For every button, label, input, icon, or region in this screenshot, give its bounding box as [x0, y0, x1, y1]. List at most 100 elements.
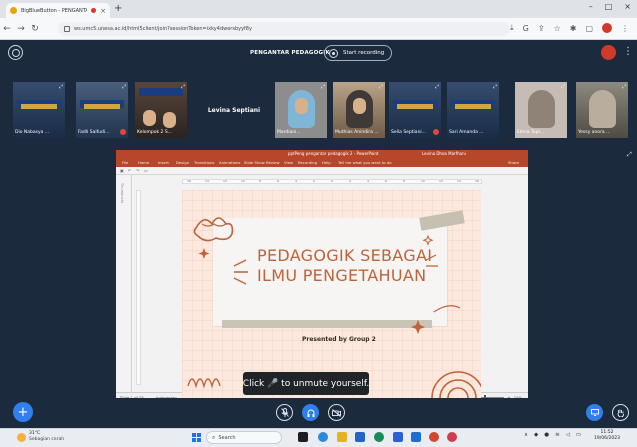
expand-icon[interactable]: ⤢ [181, 84, 185, 90]
participant-tile[interactable]: ⤢ Kelompok 2 S... [135, 82, 187, 138]
close-window-button[interactable]: × [624, 2, 631, 11]
weather-widget[interactable]: 31°C Sebagian cerah [17, 431, 64, 443]
minimize-button[interactable]: – [589, 2, 593, 11]
actions-plus-button[interactable]: + [13, 402, 33, 422]
participant-tile[interactable]: ⤢ Yessy anora ... [576, 82, 628, 138]
rainbow-arc [431, 371, 481, 398]
battery-icon[interactable]: ▭ [576, 432, 581, 438]
unmute-mic-button[interactable] [276, 404, 293, 421]
ppt-menu-animations[interactable]: Animations [219, 160, 240, 165]
tab-close-button[interactable]: × [100, 7, 106, 15]
ppt-thumbnail-pane[interactable]: Thumbnails [116, 175, 132, 392]
app-icon[interactable] [429, 432, 439, 442]
ruler-tick-label: 14 [205, 179, 209, 183]
ppt-menu-design[interactable]: Design [176, 160, 189, 165]
ppt-menu-view[interactable]: View [284, 160, 293, 165]
participant-tile[interactable]: ⤢ Selia Septiani... [389, 82, 441, 138]
expand-icon[interactable]: ⤢ [435, 84, 439, 90]
file-explorer-icon[interactable] [337, 432, 347, 442]
tray-app-icon[interactable]: ◆ [534, 432, 538, 438]
expand-icon[interactable]: ⤢ [561, 84, 565, 90]
ppt-share[interactable]: Share [508, 160, 519, 165]
browser-menu-icon[interactable]: ⋮ [621, 24, 629, 33]
expand-icon[interactable]: ⤢ [493, 84, 497, 90]
fullscreen-icon[interactable]: ⤢ [627, 151, 632, 159]
unmute-toast[interactable]: Click 🎤 to unmute yourself. [243, 372, 369, 395]
extensions-icon[interactable]: ✱ [570, 24, 577, 33]
expand-icon[interactable]: ⤢ [122, 84, 126, 90]
save-icon[interactable]: ▣ [120, 168, 124, 173]
store-icon[interactable] [355, 432, 365, 442]
tray-app-icon[interactable]: ● [544, 432, 549, 438]
expand-icon[interactable]: ⤢ [379, 84, 383, 90]
user-list-toggle-icon[interactable] [8, 45, 23, 60]
word-icon[interactable] [393, 432, 403, 442]
taskbar-search[interactable]: ⌕ Search [206, 431, 282, 444]
chrome-icon[interactable] [374, 432, 384, 442]
present-icon[interactable]: ▭ [144, 168, 148, 173]
edge-icon[interactable] [318, 432, 328, 442]
ppt-tell-me[interactable]: Tell me what you want to do [338, 160, 392, 165]
participant-name: Sari Amanda ... [449, 130, 484, 135]
participant-tile[interactable]: ⤢ Elena Topl... [515, 82, 567, 138]
participant-tile[interactable]: ⤢ Mardiani... [275, 82, 327, 138]
ruler-tick-label: 4 [295, 179, 297, 183]
task-view-icon[interactable] [298, 432, 308, 442]
photos-icon[interactable] [411, 432, 421, 442]
bookmark-star-icon[interactable]: ☆ [554, 24, 561, 33]
taskbar-search-label: Search [218, 434, 236, 441]
windows-start-icon[interactable] [192, 433, 201, 442]
ppt-menu-insert[interactable]: Insert [158, 160, 169, 165]
profile-avatar[interactable] [602, 23, 612, 33]
sidebar-icon[interactable]: ▢ [585, 24, 593, 33]
forward-button[interactable]: → [14, 24, 28, 34]
participant-tile[interactable]: ⤢ Sari Amanda ... [447, 82, 499, 138]
screen-share-button[interactable] [586, 404, 603, 421]
banner-text-image [455, 104, 491, 109]
muted-mic-icon [280, 408, 289, 417]
ppt-menu-home[interactable]: Home [138, 160, 149, 165]
ppt-menu-file[interactable]: File [122, 160, 128, 165]
back-button[interactable]: ← [0, 24, 14, 34]
volume-icon[interactable]: ◁ [566, 432, 570, 438]
participant-tile[interactable]: Levina Septiani [194, 82, 274, 138]
slide-canvas[interactable]: PEDAGOGIK SEBAGAI ILMU PENGETAHUAN Prese… [182, 190, 481, 398]
user-avatar-icon[interactable] [601, 45, 616, 60]
hand-icon [617, 409, 624, 417]
ppt-menu-help[interactable]: Help [322, 160, 331, 165]
headphones-icon [307, 409, 314, 417]
raise-hand-button[interactable] [612, 404, 629, 421]
ruler-tick-label: 2 [313, 179, 315, 183]
expand-icon[interactable]: ⤢ [622, 84, 626, 90]
new-tab-button[interactable]: + [114, 3, 122, 15]
taskbar-clock[interactable]: 11:52 19/06/2023 [594, 430, 620, 442]
ppt-menu-transitions[interactable]: Transitions [194, 160, 214, 165]
participant-tile[interactable]: ⤢ Muthias Anindira ... [333, 82, 385, 138]
app-icon[interactable] [447, 432, 457, 442]
ppt-menu-recording[interactable]: Recording [298, 160, 317, 165]
ppt-menu-slideshow[interactable]: Slide Show [244, 160, 265, 165]
maximize-button[interactable]: □ [605, 2, 613, 11]
ppt-quick-toolbar: ▣ ↶ ↷ ▭ [116, 167, 528, 175]
options-menu-icon[interactable]: ⋮ [623, 46, 633, 58]
download-icon[interactable]: ⤓ [510, 23, 514, 33]
ppt-menu-review[interactable]: Review [266, 160, 280, 165]
expand-icon[interactable]: ⤢ [59, 84, 63, 90]
start-recording-button[interactable]: Start recording [324, 45, 393, 61]
google-icon[interactable]: G [523, 24, 529, 33]
ruler-tick-label: 4 [367, 179, 369, 183]
redo-icon[interactable]: ↷ [136, 168, 139, 173]
share-webcam-button[interactable] [328, 404, 345, 421]
participant-tile[interactable]: ⤢ Dio Nabasya ... [13, 82, 65, 138]
tray-chevron-icon[interactable]: ∧ [524, 432, 528, 438]
url-field[interactable]: ws.umc5.unesa.ac.id/html5client/join?ses… [58, 22, 510, 36]
audio-button[interactable] [302, 404, 319, 421]
participant-name: Mardiani... [277, 130, 301, 135]
participant-tile[interactable]: ⤢ Fadli Saifudi... [76, 82, 128, 138]
browser-tab[interactable]: BigBlueButton - PENGANTA... × [6, 3, 110, 18]
undo-icon[interactable]: ↶ [128, 168, 131, 173]
wifi-icon[interactable]: ≋ [555, 432, 560, 438]
expand-icon[interactable]: ⤢ [321, 84, 325, 90]
reload-button[interactable]: ↻ [28, 24, 42, 34]
share-icon[interactable]: ⇪ [538, 24, 545, 33]
